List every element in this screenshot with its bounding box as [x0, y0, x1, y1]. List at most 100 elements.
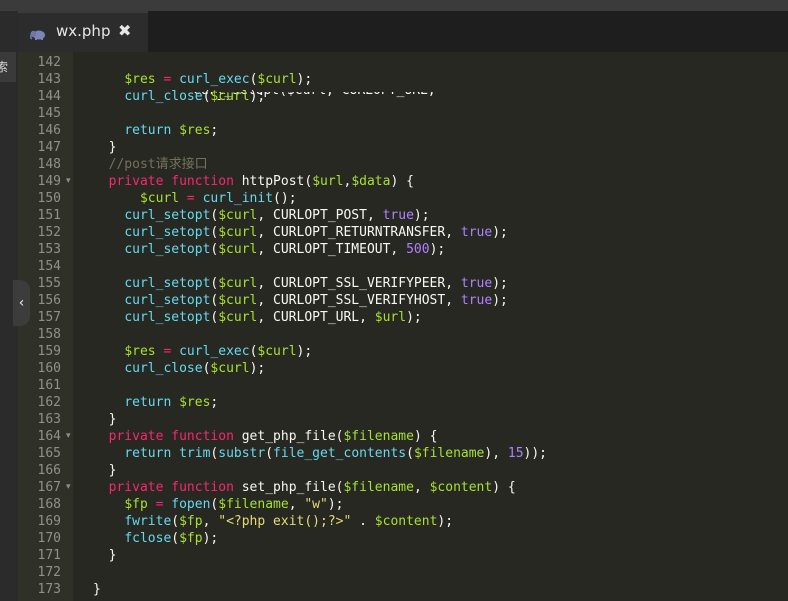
code-token: ); [249, 89, 266, 104]
code-token: ); [492, 276, 508, 291]
line-number: 152 [37, 225, 61, 240]
code-token: $data [351, 174, 391, 189]
code-line: curl_setopt($curl, CURLOPT_POST, true); [93, 207, 429, 224]
editor-tab-bar: wx.php ✖ [18, 11, 788, 52]
code-token: $curl [257, 72, 297, 87]
line-number: 173 [37, 582, 61, 597]
close-tab-icon[interactable]: ✖ [118, 21, 131, 40]
line-number: 162 [37, 395, 61, 410]
code-token: $url [374, 310, 407, 325]
fold-toggle-icon[interactable]: ▾ [66, 173, 71, 190]
code-line: } [93, 462, 117, 479]
code-token: function [171, 429, 234, 444]
line-number-gutter: 142 143 144 145 146 147 148 149 ▾ 150 151 152 153 154… [18, 52, 73, 601]
code-line: return trim(substr(file_get_contents($fi… [93, 445, 547, 462]
line-number: 169 [37, 514, 61, 529]
code-token: ); [296, 344, 313, 359]
fold-toggle-icon[interactable]: ▾ [66, 428, 71, 445]
code-token: curl_setopt [124, 208, 211, 223]
code-token: $curl [210, 89, 250, 104]
line-number: 166 [37, 463, 61, 478]
code-token: $url [312, 174, 344, 189]
code-line: return $res; [93, 122, 218, 139]
code-token: = [155, 344, 180, 359]
code-token: } [93, 548, 117, 563]
code-token: $curl [218, 242, 258, 257]
code-token: $filename [413, 446, 485, 461]
code-token: , [413, 480, 430, 495]
code-token: ; [210, 123, 219, 138]
code-token: curl_init [202, 191, 274, 206]
code-line: $res = curl_exec($curl); [93, 343, 312, 360]
code-line: curl_setopt($curl, CURLOPT_TIMEOUT, 500)… [93, 241, 445, 258]
code-line: curl_setopt($curl, CURLOPT_SSL_VERIFYPEE… [93, 275, 508, 292]
line-number: 168 [37, 497, 61, 512]
code-token: curl_exec [179, 72, 250, 87]
code-token: $curl [218, 293, 258, 308]
code-token: , CURLOPT_URL, [257, 310, 375, 325]
code-token: private [108, 480, 164, 495]
fold-toggle-icon[interactable]: ▾ [66, 479, 71, 496]
code-token: true [382, 208, 414, 223]
code-token: $res [124, 72, 156, 87]
tab-wx-php[interactable]: wx.php ✖ [18, 11, 148, 52]
line-number: 153 [37, 242, 61, 257]
code-token: ); [437, 514, 454, 529]
code-token: $curl [257, 344, 297, 359]
code-token: true [460, 293, 493, 308]
left-panel-tab[interactable]: 索 [0, 52, 16, 82]
code-token: $filename [343, 429, 414, 444]
window-top-strip [0, 0, 788, 11]
code-token: ); [492, 225, 508, 240]
line-number: 145 [37, 106, 61, 121]
code-token: , CURLOPT_RETURNTRANSFER, [257, 225, 461, 240]
code-token: ; [210, 395, 219, 410]
code-token: "w" [304, 497, 328, 512]
code-token: ); [296, 72, 313, 87]
line-number: 142 [37, 55, 61, 70]
code-token: 500 [406, 242, 430, 257]
line-number: 161 [37, 378, 61, 393]
line-number: 163 [37, 412, 61, 427]
code-line: curl_setopt($curl, CURLOPT_SSL_VERIFYHOS… [93, 292, 508, 309]
code-editor[interactable]: curl_setopt ( $curl , CURLOPT_URL, $url); $… [73, 52, 788, 601]
code-token: $fp [179, 531, 203, 546]
code-token: curl_setopt [124, 310, 211, 325]
code-token: set_php_file( [233, 480, 344, 495]
code-line: private function set_php_file($filename,… [93, 479, 516, 496]
code-token: fwrite [124, 514, 172, 529]
code-token: "<?php exit();?>" [218, 514, 352, 529]
code-token: ) { [413, 429, 438, 444]
code-token: true [460, 276, 493, 291]
code-token: , CURLOPT_SSL_VERIFYHOST, [257, 293, 461, 308]
code-token: (); [273, 191, 297, 206]
code-token: curl_close [124, 361, 203, 376]
code-token: ); [492, 293, 508, 308]
code-token: get_php_file( [233, 429, 344, 444]
code-token: $content [429, 480, 493, 495]
code-token: ); [406, 310, 422, 325]
code-line: $curl = curl_init(); [93, 190, 297, 207]
code-token: $filename [218, 497, 289, 512]
code-token: $curl [218, 208, 258, 223]
code-token: ( [171, 531, 180, 546]
code-token: , [202, 514, 219, 529]
line-number: 151 [37, 208, 61, 223]
code-token: } [93, 582, 101, 597]
code-token: fclose [124, 531, 172, 546]
collapse-sidebar-chevron-icon[interactable]: ‹ [13, 280, 30, 326]
